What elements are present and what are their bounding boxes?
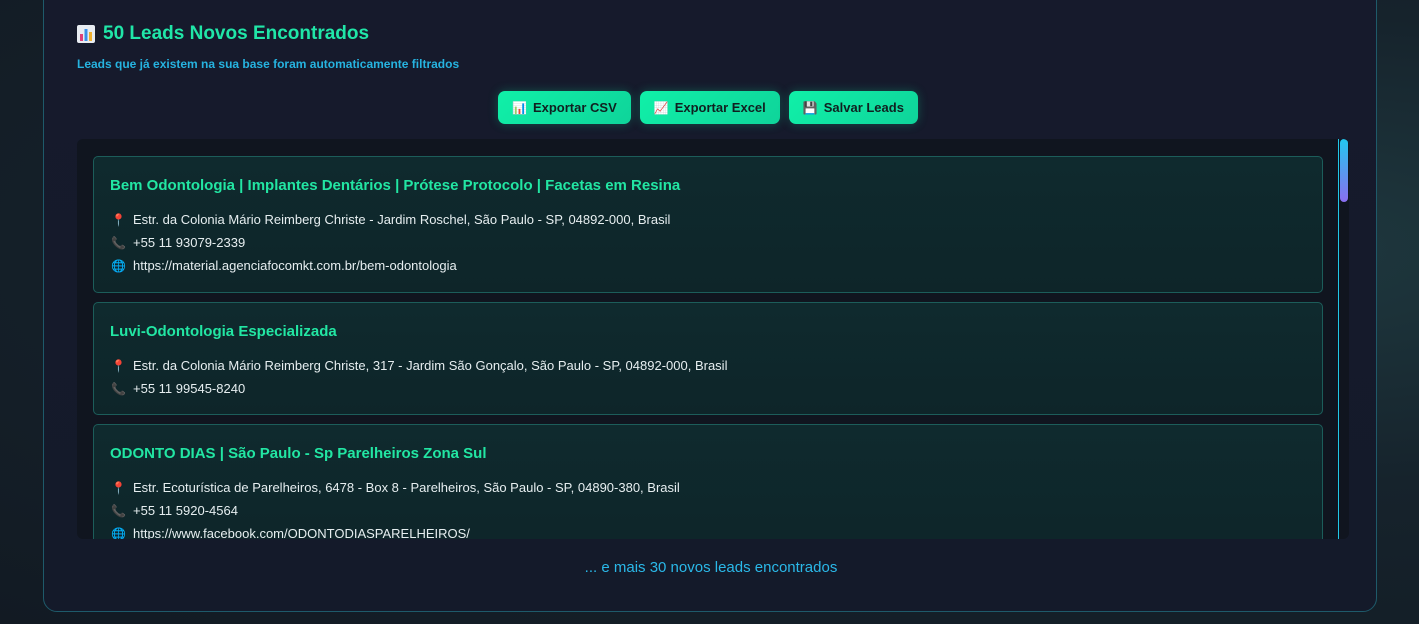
globe-icon: 🌐 (111, 526, 126, 540)
scrollbar-thumb[interactable] (1340, 139, 1348, 202)
export-excel-label: Exportar Excel (674, 100, 766, 115)
export-csv-button[interactable]: 📊 Exportar CSV (498, 91, 631, 124)
floppy-disk-icon: 💾 (802, 100, 818, 115)
lead-website-row: 🌐 https://www.facebook.com/ODONTODIASPAR… (110, 522, 1306, 539)
lead-website-row: 🌐 https://material.agenciafocomkt.com.br… (110, 254, 1306, 277)
save-leads-label: Salvar Leads (823, 100, 904, 115)
lead-phone: +55 11 99545-8240 (133, 381, 246, 396)
results-subtitle: Leads que já existem na sua base foram a… (77, 57, 460, 71)
lead-phone-row: 📞 +55 11 5920-4564 (110, 499, 1306, 522)
map-pin-icon: 📍 (111, 212, 126, 227)
lead-address-row: 📍 Estr. da Colonia Mário Reimberg Christ… (110, 354, 1306, 377)
results-title: 50 Leads Novos Encontrados (77, 23, 369, 45)
lead-website[interactable]: https://material.agenciafocomkt.com.br/b… (133, 258, 457, 273)
leads-list-container[interactable]: Bem Odontologia | Implantes Dentários | … (77, 139, 1349, 539)
export-excel-button[interactable]: 📈 Exportar Excel (639, 91, 780, 124)
lead-phone-row: 📞 +55 11 99545-8240 (110, 377, 1306, 400)
lead-card[interactable]: ODONTO DIAS | São Paulo - Sp Parelheiros… (93, 424, 1323, 539)
lead-address-row: 📍 Estr. Ecoturística de Parelheiros, 647… (110, 476, 1306, 499)
action-buttons: 📊 Exportar CSV 📈 Exportar Excel 💾 Salvar… (498, 91, 918, 124)
lead-card[interactable]: Bem Odontologia | Implantes Dentários | … (93, 156, 1323, 293)
lead-address: Estr. Ecoturística de Parelheiros, 6478 … (133, 480, 680, 495)
lead-address-row: 📍 Estr. da Colonia Mário Reimberg Christ… (110, 208, 1306, 231)
lead-name: Luvi-Odontologia Especializada (110, 323, 337, 340)
phone-icon: 📞 (111, 235, 126, 250)
lead-phone: +55 11 93079-2339 (133, 235, 246, 250)
map-pin-icon: 📍 (111, 358, 126, 373)
leads-panel: 50 Leads Novos Encontrados Leads que já … (43, 0, 1377, 612)
export-csv-label: Exportar CSV (532, 100, 617, 115)
lead-address: Estr. da Colonia Mário Reimberg Christe,… (133, 358, 728, 373)
phone-icon: 📞 (111, 503, 126, 518)
lead-name: Bem Odontologia | Implantes Dentários | … (110, 177, 681, 194)
lead-phone: +55 11 5920-4564 (133, 503, 238, 518)
bar-chart-icon (77, 25, 95, 43)
save-leads-button[interactable]: 💾 Salvar Leads (788, 91, 918, 124)
list-scrollbar[interactable] (1338, 139, 1348, 539)
map-pin-icon: 📍 (111, 480, 126, 495)
phone-icon: 📞 (111, 381, 126, 396)
lead-card[interactable]: Luvi-Odontologia Especializada 📍 Estr. d… (93, 302, 1323, 415)
lead-address: Estr. da Colonia Mário Reimberg Christe … (133, 212, 671, 227)
lead-phone-row: 📞 +55 11 93079-2339 (110, 231, 1306, 254)
lead-website[interactable]: https://www.facebook.com/ODONTODIASPAREL… (133, 526, 470, 539)
results-title-text: 50 Leads Novos Encontrados (103, 23, 370, 44)
bar-chart-icon: 📊 (512, 100, 527, 115)
leads-list: Bem Odontologia | Implantes Dentários | … (93, 156, 1323, 539)
globe-icon: 🌐 (111, 258, 126, 273)
line-chart-icon: 📈 (653, 100, 669, 115)
more-leads-text: ... e mais 30 novos leads encontrados (584, 559, 838, 576)
lead-name: ODONTO DIAS | São Paulo - Sp Parelheiros… (110, 445, 487, 462)
